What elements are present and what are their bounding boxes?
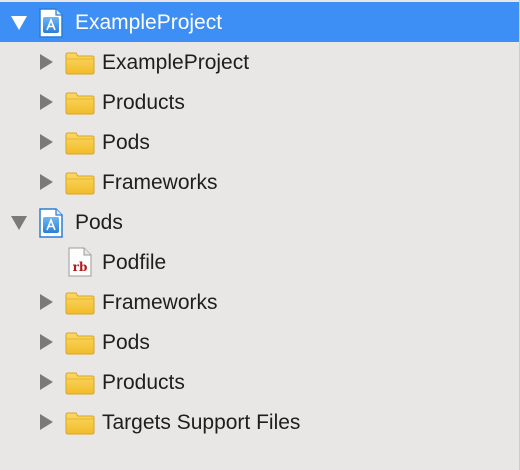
folder-icon xyxy=(65,371,95,395)
tree-row-label: Products xyxy=(102,371,185,394)
tree-row-label: Podfile xyxy=(102,251,167,274)
tree-row-pods[interactable]: Pods xyxy=(0,322,519,362)
disclosure-collapsed-icon[interactable] xyxy=(40,294,53,310)
disclosure-collapsed-icon[interactable] xyxy=(40,54,53,70)
tree-row-products[interactable]: Products xyxy=(0,82,519,122)
folder-icon xyxy=(65,291,95,315)
folder-icon xyxy=(65,131,95,155)
file-badge: rb xyxy=(73,260,88,274)
tree-row-label: Products xyxy=(102,91,185,114)
disclosure-collapsed-icon[interactable] xyxy=(40,94,53,110)
disclosure-collapsed-icon[interactable] xyxy=(40,334,53,350)
disclosure-collapsed-icon[interactable] xyxy=(40,414,53,430)
xcode-project-icon xyxy=(38,208,64,238)
xcode-project-icon xyxy=(38,8,64,38)
disclosure-expanded-icon[interactable] xyxy=(11,16,27,30)
tree-row-targets-support-files[interactable]: Targets Support Files xyxy=(0,402,519,442)
disclosure-expanded-icon[interactable] xyxy=(11,216,27,230)
tree-row-pods[interactable]: Pods xyxy=(0,122,519,162)
tree-row-label: ExampleProject xyxy=(75,11,223,34)
tree-row-exampleproject-project[interactable]: ExampleProject xyxy=(0,2,519,42)
tree-row-label: Targets Support Files xyxy=(102,411,301,434)
project-navigator: ExampleProject ExampleProject Products P… xyxy=(0,0,520,470)
tree-row-frameworks[interactable]: Frameworks xyxy=(0,162,519,202)
folder-icon xyxy=(65,51,95,75)
tree-row-podfile[interactable]: rb Podfile xyxy=(0,242,519,282)
ruby-file-icon: rb xyxy=(68,247,92,277)
tree-row-label: ExampleProject xyxy=(102,51,250,74)
disclosure-collapsed-icon[interactable] xyxy=(40,134,53,150)
tree-row-label: Pods xyxy=(102,131,150,154)
tree-row-label: Frameworks xyxy=(102,291,218,314)
folder-icon xyxy=(65,171,95,195)
folder-icon xyxy=(65,91,95,115)
tree-row-label: Pods xyxy=(102,331,150,354)
disclosure-collapsed-icon[interactable] xyxy=(40,374,53,390)
folder-icon xyxy=(65,411,95,435)
folder-icon xyxy=(65,331,95,355)
tree-row-products[interactable]: Products xyxy=(0,362,519,402)
tree-row-exampleproject-folder[interactable]: ExampleProject xyxy=(0,42,519,82)
tree-row-label: Frameworks xyxy=(102,171,218,194)
tree-row-frameworks[interactable]: Frameworks xyxy=(0,282,519,322)
tree-row-label: Pods xyxy=(75,211,123,234)
disclosure-collapsed-icon[interactable] xyxy=(40,174,53,190)
tree-row-pods-project[interactable]: Pods xyxy=(0,202,519,242)
